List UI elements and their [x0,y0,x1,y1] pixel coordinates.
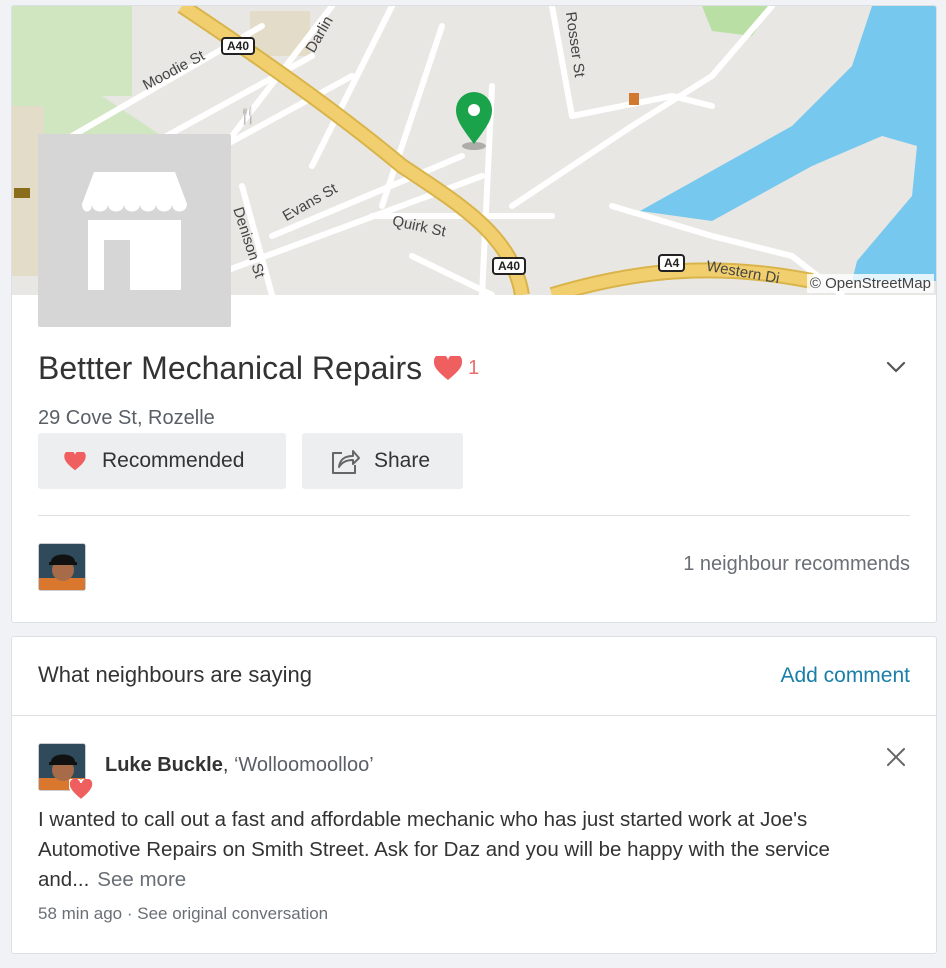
heart-icon [434,356,463,380]
map-attribution[interactable]: © OpenStreetMap [806,274,934,293]
road-shield: A40 [221,37,256,55]
share-icon [332,450,360,474]
heart-count[interactable]: 1 [434,356,479,381]
heart-count-value: 1 [468,357,480,379]
see-original-conversation-link[interactable]: See original conversation [137,904,328,923]
author-separator: , [222,754,234,776]
business-card: 🍴 Moodie St Darlin Rosser St Evans St Qu… [11,5,937,623]
comment-author-line: Luke Buckle, ‘Wolloomoolloo’ [105,754,374,777]
comment-author-location: ‘Wolloomoolloo’ [233,754,374,776]
comment-meta: 58 min ago · See original conversation [38,904,328,924]
comment-time: 58 min ago [38,904,123,923]
share-button[interactable]: Share [302,433,463,489]
see-more-link[interactable]: See more [97,868,186,891]
comment-author[interactable]: Luke Buckle [105,754,223,776]
storefront-icon [82,172,187,290]
svg-text:🍴: 🍴 [238,106,258,125]
business-title-row: Bettter Mechanical Repairs 1 [38,350,479,387]
comments-card: What neighbours are saying Add comment L… [11,636,937,954]
meta-separator: · [122,904,138,923]
close-icon[interactable] [886,747,906,772]
add-comment-link[interactable]: Add comment [780,664,910,688]
avatar[interactable] [38,543,86,591]
heart-badge-icon [68,776,94,806]
business-address: 29 Cove St, Rozelle [38,407,215,429]
recommend-summary[interactable]: 1 neighbour recommends [683,553,910,576]
avatar-image [39,544,85,590]
share-label: Share [374,449,431,472]
heart-icon [64,451,86,470]
road-shield: A40 [492,257,527,275]
recommend-button[interactable]: Recommended [38,433,286,489]
divider [38,515,910,516]
recommend-label: Recommended [102,449,245,472]
comments-header: What neighbours are saying Add comment [12,637,936,716]
business-name: Bettter Mechanical Repairs [38,350,423,386]
road-shield: A4 [658,254,686,272]
comment-body: I wanted to call out a fast and affordab… [38,805,898,895]
comments-title: What neighbours are saying [38,662,312,687]
chevron-down-icon[interactable] [886,360,906,378]
business-thumbnail [38,134,231,327]
